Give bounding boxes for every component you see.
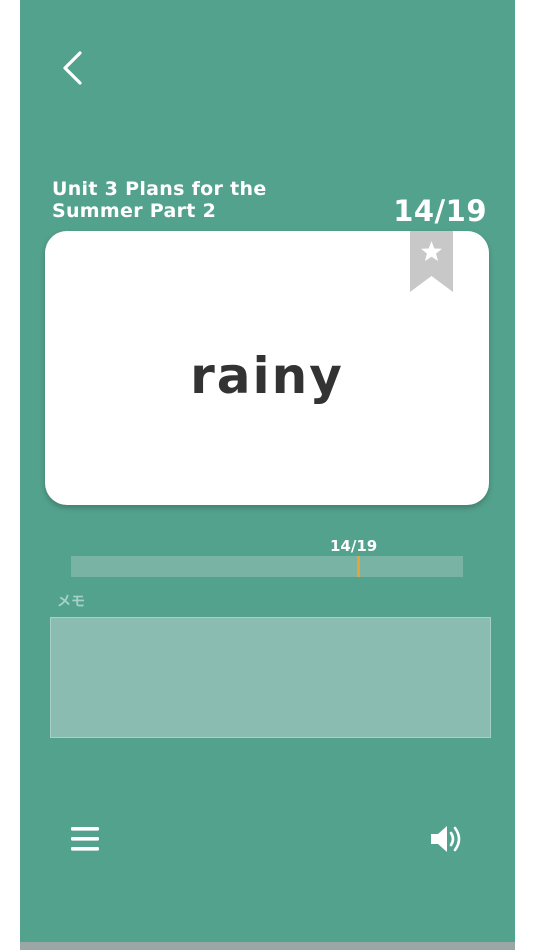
bookmark-button[interactable] (410, 231, 453, 292)
star-bookmark-icon (410, 231, 453, 292)
card-counter: 14/19 (393, 194, 487, 228)
card-word: rainy (190, 347, 344, 405)
sound-button[interactable] (429, 822, 469, 856)
flashcard[interactable]: rainy (45, 231, 489, 505)
progress-label: 14/19 (330, 537, 378, 555)
progress-marker[interactable] (357, 556, 360, 577)
hamburger-menu-icon (71, 827, 99, 851)
deck-title: Unit 3 Plans for the Summer Part 2 (52, 178, 267, 222)
back-button[interactable] (56, 46, 96, 90)
chevron-left-icon (63, 51, 82, 85)
memo-label: メモ (57, 594, 85, 610)
memo-input[interactable] (50, 617, 491, 738)
speaker-icon (431, 826, 461, 852)
app-screen: Unit 3 Plans for the Summer Part 2 14/19… (20, 0, 515, 942)
progress-slider[interactable] (71, 556, 463, 577)
menu-button[interactable] (69, 824, 103, 854)
bottom-strip (20, 942, 515, 950)
